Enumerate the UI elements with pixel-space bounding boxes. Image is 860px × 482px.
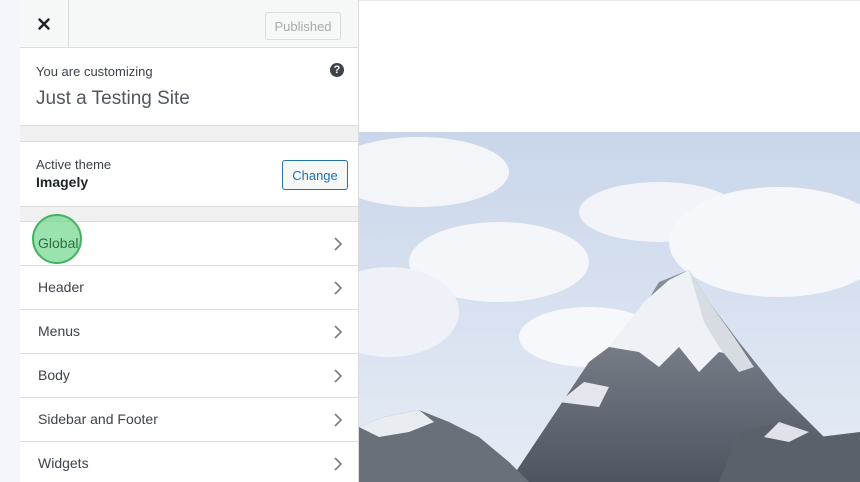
site-preview[interactable] bbox=[359, 0, 860, 482]
menu-item-header[interactable]: Header bbox=[20, 266, 358, 310]
chevron-right-icon bbox=[334, 457, 343, 471]
close-button[interactable] bbox=[20, 0, 69, 47]
menu-item-body[interactable]: Body bbox=[20, 354, 358, 398]
left-gutter bbox=[0, 0, 20, 482]
menu-item-label: Menus bbox=[38, 323, 81, 339]
menu-item-label: Header bbox=[38, 279, 84, 295]
menu-item-label: Widgets bbox=[38, 455, 89, 471]
customizing-info: You are customizing Just a Testing Site … bbox=[20, 48, 358, 126]
close-icon bbox=[38, 17, 50, 30]
hero-mountain-image bbox=[359, 132, 860, 482]
chevron-right-icon bbox=[334, 325, 343, 339]
site-title: Just a Testing Site bbox=[36, 88, 190, 109]
preview-header-area bbox=[359, 0, 860, 133]
menu-item-label: Sidebar and Footer bbox=[38, 411, 158, 427]
help-icon[interactable]: ? bbox=[330, 63, 344, 77]
theme-name: Imagely bbox=[36, 174, 89, 190]
menu-item-global[interactable]: Global bbox=[20, 214, 358, 266]
menu-item-sidebar-footer[interactable]: Sidebar and Footer bbox=[20, 398, 358, 442]
active-theme-section: Active theme Imagely Change bbox=[20, 141, 358, 207]
customizer-header: Published bbox=[20, 0, 358, 48]
menu-item-label: Body bbox=[38, 367, 70, 383]
menu-item-widgets[interactable]: Widgets bbox=[20, 442, 358, 482]
menu-item-menus[interactable]: Menus bbox=[20, 310, 358, 354]
chevron-right-icon bbox=[334, 369, 343, 383]
customizing-label: You are customizing bbox=[36, 64, 153, 79]
chevron-right-icon bbox=[334, 237, 343, 251]
chevron-right-icon bbox=[334, 413, 343, 427]
chevron-right-icon bbox=[334, 281, 343, 295]
menu-item-label: Global bbox=[38, 235, 79, 251]
published-button[interactable]: Published bbox=[265, 12, 341, 40]
change-theme-button[interactable]: Change bbox=[282, 160, 348, 190]
customizer-menu: Global Header Menus Body Sidebar and Foo… bbox=[20, 214, 358, 482]
customizer-panel: Published You are customizing Just a Tes… bbox=[20, 0, 359, 482]
active-theme-label: Active theme bbox=[36, 157, 112, 172]
